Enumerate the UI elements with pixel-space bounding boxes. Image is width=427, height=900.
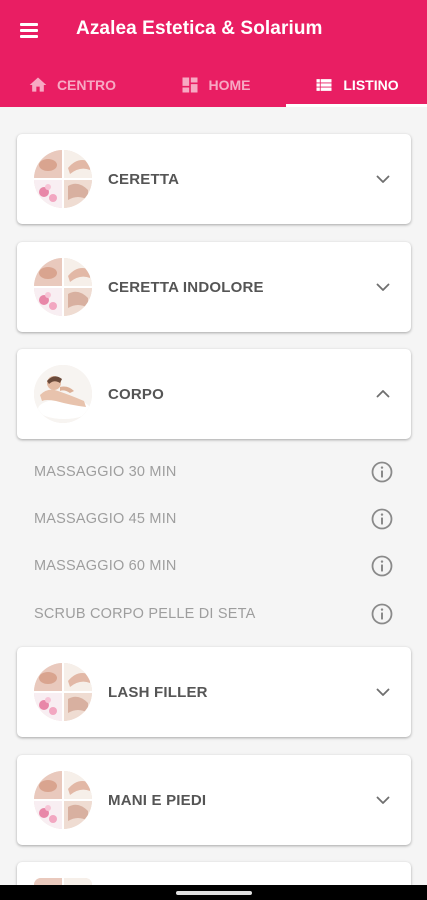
category-card-partial[interactable] — [17, 862, 411, 885]
collage-thumbnail — [34, 663, 92, 721]
tab-label: HOME — [208, 76, 251, 93]
gesture-handle[interactable] — [176, 891, 252, 895]
collage-thumbnail — [34, 771, 92, 829]
system-navigation-bar — [0, 885, 427, 900]
category-card-mani-e-piedi[interactable]: MANI E PIEDI — [17, 755, 411, 845]
collage-thumbnail — [34, 258, 92, 316]
chevron-down-icon[interactable] — [375, 684, 391, 700]
app-title: Azalea Estetica & Solarium — [76, 18, 323, 39]
chevron-down-icon[interactable] — [375, 792, 391, 808]
tab-bar: CENTRO HOME LISTINO — [0, 62, 427, 107]
app-bar: Azalea Estetica & Solarium CENTRO HOME L… — [0, 0, 427, 107]
service-label: MASSAGGIO 45 MIN — [34, 511, 177, 527]
list-item[interactable]: MASSAGGIO 60 MIN — [17, 546, 411, 586]
list-item[interactable]: MASSAGGIO 45 MIN — [17, 499, 411, 539]
tab-home[interactable]: HOME — [144, 62, 286, 107]
tab-listino[interactable]: LISTINO — [286, 62, 427, 107]
list-item[interactable]: SCRUB CORPO PELLE DI SETA — [17, 594, 411, 634]
toolbar: Azalea Estetica & Solarium — [0, 0, 427, 60]
tab-label: LISTINO — [343, 76, 399, 93]
hamburger-menu-icon[interactable] — [14, 15, 44, 45]
tab-centro[interactable]: CENTRO — [0, 62, 144, 107]
service-label: SCRUB CORPO PELLE DI SETA — [34, 606, 256, 622]
massage-thumbnail — [34, 365, 92, 423]
info-icon[interactable] — [370, 507, 394, 531]
category-card-ceretta[interactable]: CERETTA — [17, 134, 411, 224]
service-label: MASSAGGIO 30 MIN — [34, 464, 177, 480]
service-label: MASSAGGIO 60 MIN — [34, 558, 177, 574]
tab-label: CENTRO — [56, 76, 117, 93]
category-label: LASH FILLER — [108, 684, 208, 701]
collage-thumbnail — [34, 150, 92, 208]
category-card-corpo[interactable]: CORPO — [17, 349, 411, 439]
chevron-down-icon[interactable] — [375, 279, 391, 295]
collage-thumbnail — [34, 878, 92, 885]
chevron-down-icon[interactable] — [375, 171, 391, 187]
list-item[interactable]: MASSAGGIO 30 MIN — [17, 452, 411, 492]
home-icon — [29, 77, 47, 92]
category-label: MANI E PIEDI — [108, 792, 207, 809]
category-card-ceretta-indolore[interactable]: CERETTA INDOLORE — [17, 242, 411, 332]
dashboard-icon — [182, 77, 197, 92]
info-icon[interactable] — [370, 460, 394, 484]
category-card-lash-filler[interactable]: LASH FILLER — [17, 647, 411, 737]
category-label: CERETTA INDOLORE — [108, 279, 264, 296]
info-icon[interactable] — [370, 554, 394, 578]
list-icon — [316, 78, 332, 91]
category-label: CORPO — [108, 386, 165, 403]
category-label: CERETTA — [108, 171, 180, 188]
active-tab-indicator — [286, 104, 427, 107]
chevron-up-icon[interactable] — [375, 386, 391, 402]
info-icon[interactable] — [370, 602, 394, 626]
